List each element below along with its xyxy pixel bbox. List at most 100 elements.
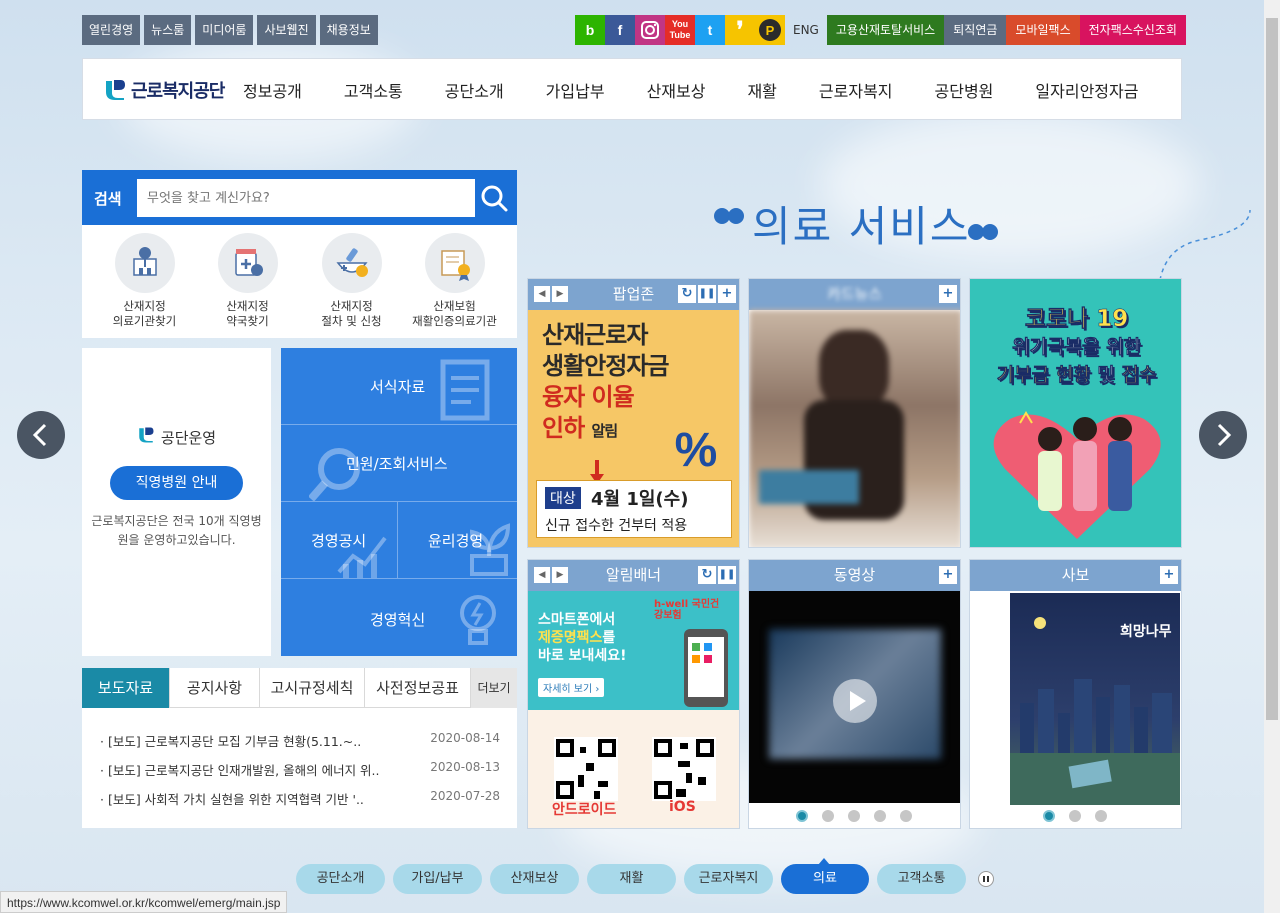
carousel-dot[interactable] <box>1043 810 1055 822</box>
tab-pre-disclosure[interactable]: 사전정보공표 <box>365 668 471 708</box>
refresh-icon[interactable]: ↻ <box>698 566 716 584</box>
gnb-item[interactable]: 공단병원 <box>935 78 994 102</box>
plus-icon[interactable]: + <box>939 285 957 303</box>
carousel-dot[interactable] <box>848 810 860 822</box>
quick-link-procedure[interactable]: 산재지정 절차 및 신청 <box>299 233 404 329</box>
next-icon[interactable]: ▶ <box>552 567 568 583</box>
section-nav-item[interactable]: 산재보상 <box>490 864 579 894</box>
quick-label: 재활인증의료기관 <box>412 314 497 328</box>
corona-donation-card[interactable]: 코로나 19 위기극복을 위한 기부금 현황 및 접수 <box>969 278 1182 548</box>
tab-press[interactable]: 보도자료 <box>82 668 170 708</box>
plus-icon[interactable]: + <box>1160 566 1178 584</box>
scrollbar-thumb[interactable] <box>1266 18 1278 720</box>
prev-icon[interactable]: ◀ <box>534 567 550 583</box>
popup-headline: 산재근로자 생활안정자금 융자 이율 인하 알림 <box>542 320 669 447</box>
board-item[interactable]: · [보도] 근로복지공단 인재개발원, 올해의 에너지 위.. 2020-08… <box>100 760 500 789</box>
gnb-item[interactable]: 일자리안정자금 <box>1035 78 1138 102</box>
alarm-banner-image[interactable]: 스마트폰에서 제증명팩스를 바로 보내세요! 자세히 보기 › h-well 국… <box>528 591 739 828</box>
util-link[interactable]: 채용정보 <box>319 15 378 45</box>
carousel-dot[interactable] <box>874 810 886 822</box>
carousel-dot[interactable] <box>900 810 912 822</box>
board-tabs: 보도자료 공지사항 고시규정세칙 사전정보공표 더보기 <box>82 668 517 708</box>
board-more-button[interactable]: 더보기 <box>471 668 517 708</box>
gnb-item[interactable]: 정보공개 <box>243 78 302 102</box>
gnb-item[interactable]: 산재보상 <box>647 78 706 102</box>
gnb-item[interactable]: 재활 <box>747 78 776 102</box>
gnb-item[interactable]: 고객소통 <box>344 78 403 102</box>
video-player[interactable] <box>749 591 960 803</box>
tile-forms[interactable]: 서식자료 <box>281 348 517 425</box>
board-item[interactable]: · [보도] 근로복지공단 모집 기부금 현황(5.11.~.. 2020-08… <box>100 731 500 760</box>
popup-date: 4월 1일(수) <box>591 489 689 510</box>
section-nav-item[interactable]: 가입/납부 <box>393 864 482 894</box>
quick-link-pharmacy[interactable]: 산재지정 약국찾기 <box>195 233 300 329</box>
section-nav-item[interactable]: 근로자복지 <box>684 864 773 894</box>
quick-link-medical[interactable]: 산재지정 의료기관찾기 <box>92 233 197 329</box>
search-icon[interactable] <box>478 182 510 214</box>
tab-regulation[interactable]: 고시규정세칙 <box>260 668 365 708</box>
tile-ethics[interactable]: 윤리경영 <box>398 502 517 578</box>
hwell-brand: h-well 국민건강보험 <box>654 599 720 621</box>
popup-banner[interactable]: 산재근로자 생활안정자금 융자 이율 인하 알림 % 대상 4월 1일(수) 신… <box>528 310 739 547</box>
gnb-item[interactable]: 공단소개 <box>445 78 504 102</box>
alarm-line: 스마트폰에서 <box>538 612 616 628</box>
carousel-dot[interactable] <box>822 810 834 822</box>
carousel-dot[interactable] <box>796 810 808 822</box>
efax-link[interactable]: 전자팩스수신조회 <box>1079 15 1186 45</box>
quick-label: 산재지정 <box>330 299 373 313</box>
kakao-plus-icon[interactable]: P <box>755 15 785 45</box>
prev-slide-button[interactable] <box>17 411 65 459</box>
cardnews-title: 카드뉴스 <box>826 285 883 303</box>
facebook-icon[interactable]: f <box>605 15 635 45</box>
pause-icon[interactable]: ❚❚ <box>698 285 716 303</box>
search-input[interactable] <box>137 179 475 217</box>
tile-innovation[interactable]: 경영혁신 <box>281 579 517 656</box>
plus-icon[interactable]: + <box>718 285 736 303</box>
youtube-icon[interactable]: You Tube <box>665 15 695 45</box>
carousel-dot[interactable] <box>1069 810 1081 822</box>
cardnews-image[interactable] <box>749 310 960 547</box>
util-link[interactable]: 열린경영 <box>82 15 141 45</box>
gnb-item[interactable]: 가입납부 <box>546 78 605 102</box>
kakaostory-icon[interactable]: ❜ <box>725 15 755 45</box>
twitter-icon[interactable]: t <box>695 15 725 45</box>
blog-icon[interactable]: b <box>575 15 605 45</box>
refresh-icon[interactable]: ↻ <box>678 285 696 303</box>
instagram-icon[interactable] <box>635 15 665 45</box>
alarm-more-button[interactable]: 자세히 보기 › <box>538 678 605 697</box>
hospital-guide-button[interactable]: 직영병원 안내 <box>110 466 243 500</box>
magazine-name: 희망나무 <box>1120 624 1172 640</box>
prev-icon[interactable]: ◀ <box>534 286 550 302</box>
board-item[interactable]: · [보도] 사회적 가치 실현을 위한 지역협력 기반 '.. 2020-07… <box>100 789 500 818</box>
tile-disclosure[interactable]: 경영공시 <box>281 502 398 578</box>
logo[interactable]: 근로복지공단 <box>103 77 225 103</box>
popup-badge: 대상 <box>545 487 581 509</box>
util-link[interactable]: 사보웹진 <box>257 15 316 45</box>
magazine-image[interactable]: 희망나무 <box>970 591 1181 805</box>
pension-link[interactable]: 퇴직연금 <box>944 15 1007 45</box>
section-nav-item-active[interactable]: 의료 <box>781 864 869 894</box>
plus-icon[interactable]: + <box>939 566 957 584</box>
mobile-fax-link[interactable]: 모바일팩스 <box>1006 15 1080 45</box>
operation-title-text: 공단운영 <box>160 428 217 447</box>
section-nav-item[interactable]: 고객소통 <box>877 864 966 894</box>
next-slide-button[interactable] <box>1199 411 1247 459</box>
magazine-card: 사보 + 희망나무 <box>969 559 1182 829</box>
util-link[interactable]: 뉴스룸 <box>144 15 192 45</box>
section-nav-item[interactable]: 공단소개 <box>296 864 385 894</box>
play-icon[interactable] <box>831 677 879 725</box>
tile-civil[interactable]: 민원/조회서비스 <box>281 425 517 502</box>
nav-pause-icon[interactable] <box>978 871 994 887</box>
quick-label: 약국찾기 <box>226 314 269 328</box>
popup-line: 인하 <box>542 414 585 442</box>
next-icon[interactable]: ▶ <box>552 286 568 302</box>
total-service-link[interactable]: 고용산재토탈서비스 <box>826 15 945 45</box>
tab-notice[interactable]: 공지사항 <box>170 668 260 708</box>
eng-link[interactable]: ENG <box>785 15 827 45</box>
section-nav-item[interactable]: 재활 <box>587 864 676 894</box>
gnb-item[interactable]: 근로자복지 <box>819 78 893 102</box>
carousel-dot[interactable] <box>1095 810 1107 822</box>
util-link[interactable]: 미디어룸 <box>195 15 254 45</box>
quick-link-rehab[interactable]: 산재보험 재활인증의료기관 <box>402 233 507 329</box>
pause-icon[interactable]: ❚❚ <box>718 566 736 584</box>
